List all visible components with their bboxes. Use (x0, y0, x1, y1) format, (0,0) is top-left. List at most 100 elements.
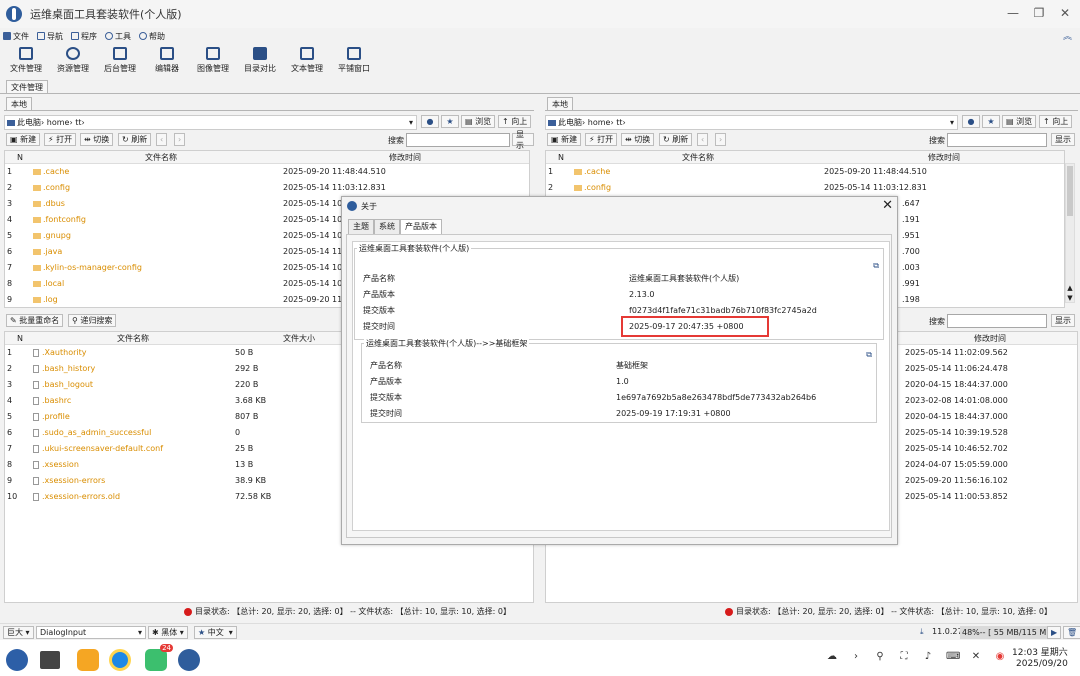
star-icon: ★ (198, 628, 208, 637)
file-search-input[interactable] (947, 314, 1047, 328)
file-manager-app-icon[interactable] (77, 649, 99, 671)
minimize-icon[interactable]: — (1006, 6, 1020, 20)
tool-editor-button[interactable]: 编辑器 (150, 45, 184, 77)
start-menu-icon[interactable] (6, 649, 28, 671)
folder-search-input[interactable] (406, 133, 510, 147)
network-icon[interactable]: ⛶ (898, 651, 910, 663)
tab-file-manager[interactable]: 文件管理 (6, 80, 48, 94)
search-icon[interactable]: ⚲ (874, 651, 886, 663)
clock-date[interactable]: 2025/09/20 (1016, 659, 1068, 669)
show-button[interactable]: 显示 (512, 130, 534, 150)
favorite-star-icon[interactable]: ★ (982, 115, 1000, 128)
scroll-down-icon[interactable]: ▼ (1066, 294, 1074, 302)
forward-button[interactable]: › (715, 133, 727, 146)
open-button[interactable]: ⚡ 打开 (44, 133, 77, 146)
tab-product-version[interactable]: 产品版本 (400, 219, 442, 234)
volume-icon[interactable]: ♪ (922, 651, 934, 663)
folder-icon (33, 216, 41, 223)
table-row[interactable]: 1 .cache 2025-09-20 11:48:44.510 (5, 164, 529, 180)
play-button[interactable]: ▶ (1047, 626, 1062, 639)
favorite-star-icon[interactable]: ★ (441, 115, 459, 128)
menu-navigate[interactable]: 导航 (37, 31, 63, 42)
info-row: 产品版本 2.13.0 (363, 290, 655, 299)
folder-search-input[interactable] (947, 133, 1047, 147)
language-select[interactable]: ★ 中文 ▾ (194, 626, 237, 639)
devops-app-icon[interactable] (178, 649, 200, 671)
notification-icon[interactable]: ◉ (994, 651, 1006, 663)
tool-image-button[interactable]: 图像管理 (193, 45, 233, 77)
dialog-close-icon[interactable]: ✕ (882, 198, 893, 213)
close-icon[interactable]: ✕ (1058, 6, 1072, 20)
back-button[interactable]: ‹ (156, 133, 168, 146)
tool-backend-button[interactable]: 后台管理 (100, 45, 140, 77)
font-select[interactable]: ✱ 黑体 ▾ (148, 626, 188, 639)
copy-icon[interactable]: ⧉ (873, 261, 879, 271)
browse-button[interactable]: ▤ 浏览 (1002, 115, 1037, 128)
recursive-search-button[interactable]: ⚲ 递归搜索 (68, 314, 117, 327)
menu-program[interactable]: 程序 (71, 31, 97, 42)
chevron-down-icon[interactable]: ▾ (409, 118, 413, 127)
refresh-button[interactable]: ↻ 刷新 (659, 133, 693, 146)
menu-help[interactable]: 帮助 (139, 31, 165, 42)
table-row[interactable]: 1 .cache 2025-09-20 11:48:44.510 (546, 164, 1064, 180)
back-button[interactable]: ‹ (697, 133, 709, 146)
tool-resource-button[interactable]: 资源管理 (53, 45, 93, 77)
tool-compare-button[interactable]: 目录对比 (240, 45, 280, 77)
switch-button[interactable]: ⇹ 切换 (80, 133, 114, 146)
chevron-down-icon: ▾ (223, 628, 233, 637)
trash-icon[interactable]: 🗑 (1063, 626, 1080, 639)
table-row[interactable]: 2 .config 2025-05-14 11:03:12.831 (5, 180, 529, 196)
path-breadcrumb[interactable]: 此电脑 › home › tt › ▾ (545, 115, 958, 130)
input-method-select[interactable]: DialogInput ▾ (36, 626, 146, 639)
refresh-icon: ↻ (663, 135, 673, 144)
cloud-icon[interactable]: ☁ (826, 651, 838, 663)
browse-button[interactable]: ▤ 浏览 (461, 115, 496, 128)
tab-local-right[interactable]: 本地 (547, 97, 573, 111)
taskbar: 24 ☁ › ⚲ ⛶ ♪ ⌨ ✕ ◉ 12:03 星期六 2025/09/20 (0, 640, 1080, 676)
refresh-button[interactable]: ↻ 刷新 (118, 133, 152, 146)
group-title: 运维桌面工具套装软件(个人版) (357, 243, 472, 254)
chevron-right-icon[interactable]: › (850, 651, 862, 663)
tool-text-button[interactable]: 文本管理 (287, 45, 327, 77)
new-button[interactable]: ▣ 新建 (547, 133, 582, 146)
show-button[interactable]: 显示 (1051, 133, 1075, 146)
maximize-icon[interactable]: ❐ (1032, 6, 1046, 20)
forward-button[interactable]: › (174, 133, 186, 146)
show-button[interactable]: 显示 (1051, 314, 1075, 327)
clock-time[interactable]: 12:03 星期六 (1012, 645, 1068, 658)
collapse-icon[interactable]: ︽ (1063, 29, 1072, 42)
browser-app-icon[interactable] (109, 649, 131, 671)
size-select[interactable]: 巨大 ▾ (3, 626, 34, 639)
go-button[interactable]: ● (962, 115, 980, 128)
up-button[interactable]: ↑ 向上 (1039, 115, 1073, 128)
folder-scrollbar[interactable]: ▲ ▼ (1065, 163, 1075, 303)
multitask-icon[interactable] (40, 651, 60, 669)
open-button[interactable]: ⚡ 打开 (585, 133, 618, 146)
up-button[interactable]: ↑ 向上 (498, 115, 532, 128)
menu-file[interactable]: 文件 (3, 31, 29, 42)
path-breadcrumb[interactable]: 此电脑 › home › tt › ▾ (4, 115, 417, 130)
chevron-down-icon[interactable]: ▾ (950, 118, 954, 127)
menu-tools[interactable]: 工具 (105, 31, 131, 42)
tool-file-manager-button[interactable]: 文件管理 (6, 45, 46, 77)
chat-app-icon[interactable]: 24 (145, 644, 173, 671)
table-row[interactable]: 2 .config 2025-05-14 11:03:12.831 (546, 180, 1064, 196)
tool-tile-button[interactable]: 平铺窗口 (334, 45, 374, 77)
monitor-icon (113, 47, 127, 60)
computer-icon (548, 119, 556, 126)
wifi-off-icon[interactable]: ✕ (970, 651, 982, 663)
tab-theme[interactable]: 主题 (348, 219, 374, 234)
tab-system[interactable]: 系统 (374, 219, 400, 234)
dialog-title-bar: 关于 ✕ (342, 197, 897, 215)
new-button[interactable]: ▣ 新建 (6, 133, 41, 146)
up-arrow-icon: ↑ (502, 117, 512, 126)
go-button[interactable]: ● (421, 115, 439, 128)
switch-button[interactable]: ⇹ 切换 (621, 133, 655, 146)
scrollbar-thumb[interactable] (1067, 166, 1073, 216)
batch-rename-button[interactable]: ✎ 批量重命名 (6, 314, 64, 327)
tab-local-left[interactable]: 本地 (6, 97, 32, 111)
divider (0, 93, 1080, 94)
keyboard-icon[interactable]: ⌨ (946, 651, 960, 663)
info-row: 产品名称 运维桌面工具套装软件(个人版) (363, 274, 740, 283)
scroll-up-icon[interactable]: ▲ (1066, 284, 1074, 292)
